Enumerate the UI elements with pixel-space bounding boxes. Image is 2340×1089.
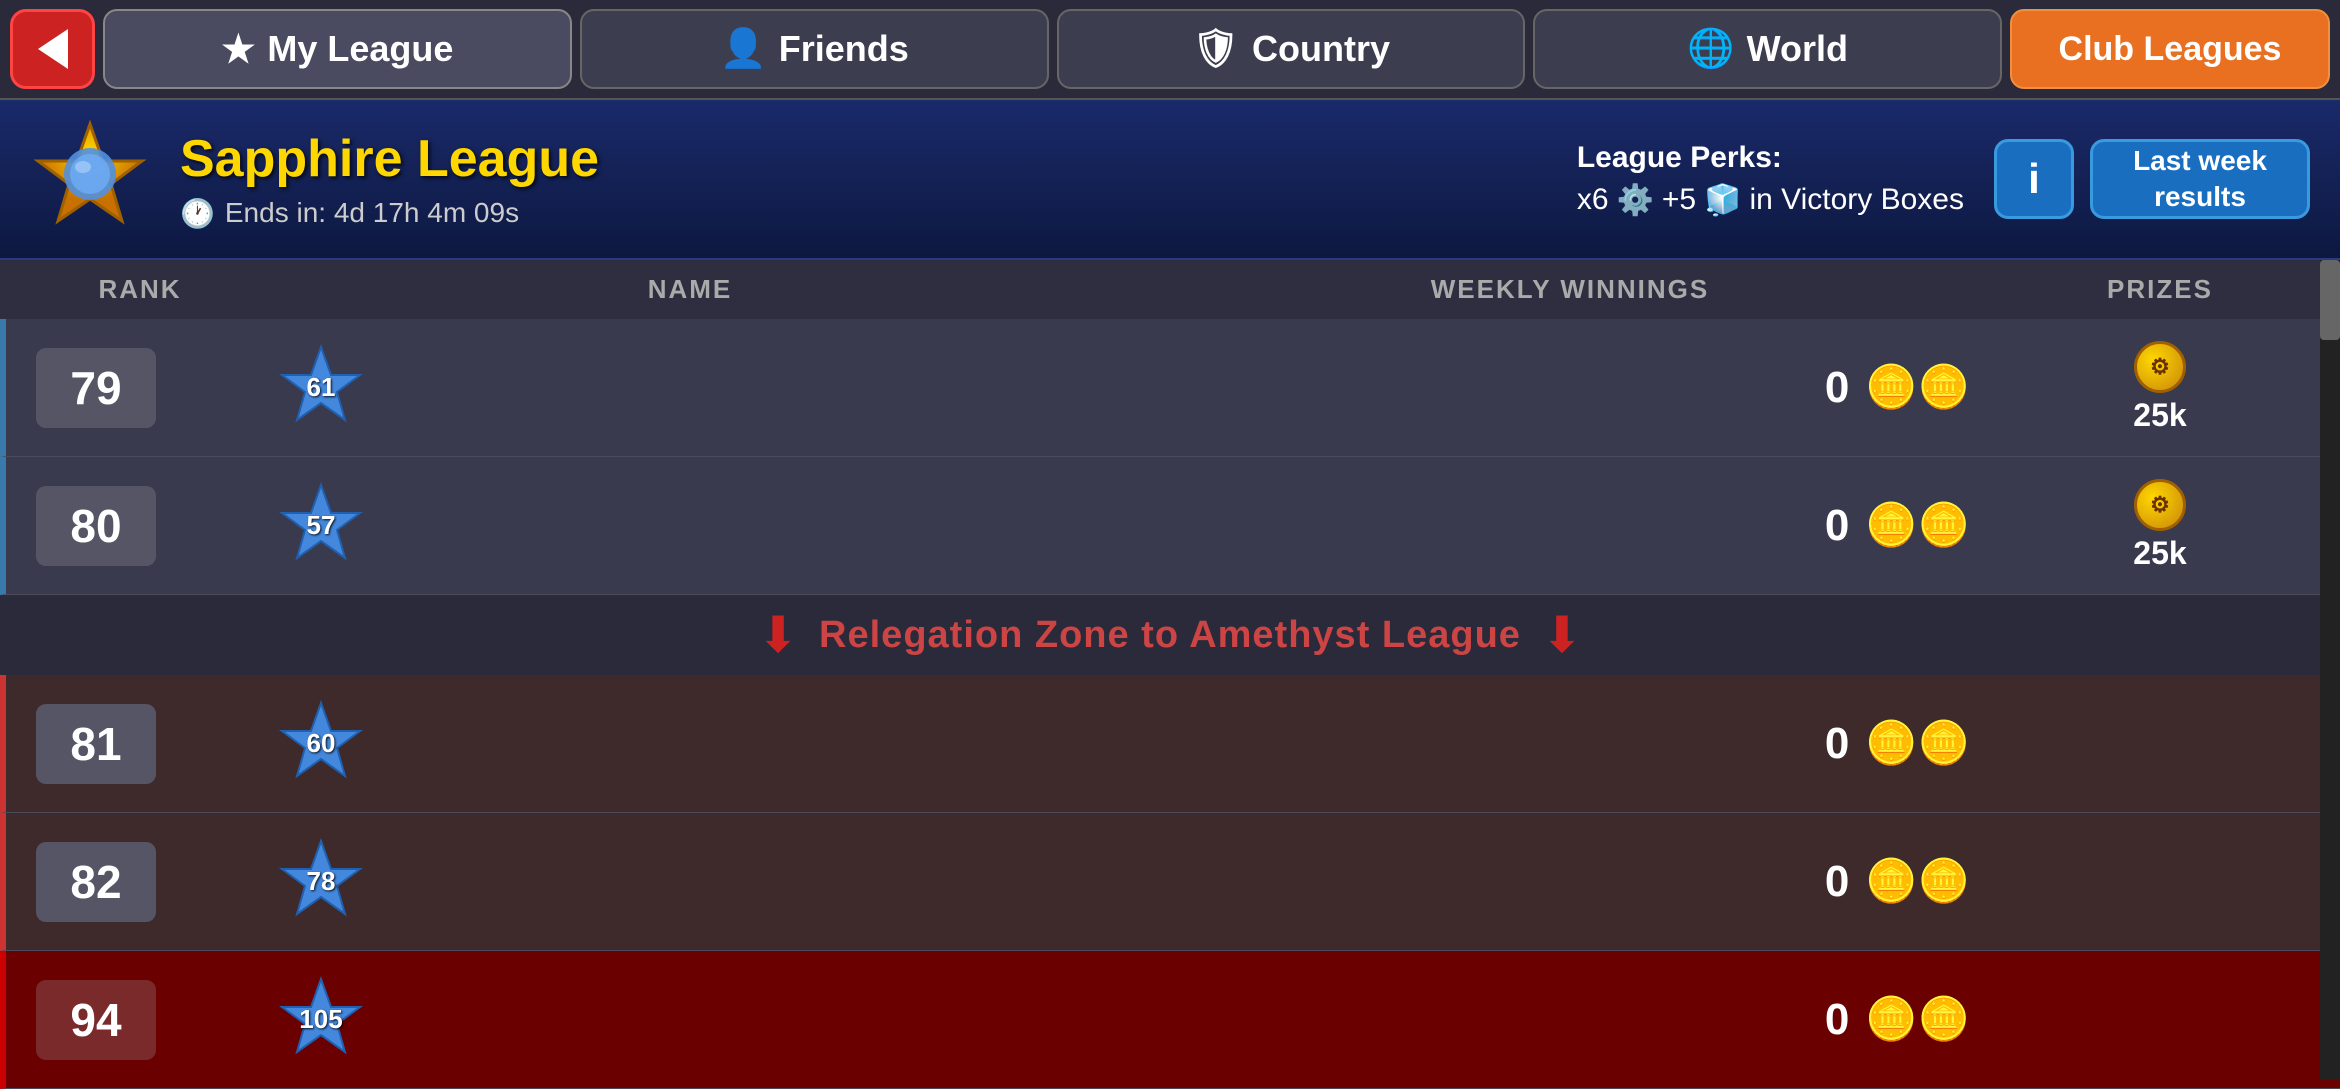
- coins-icon-94: 🪙🪙: [1865, 995, 1970, 1044]
- league-name: Sapphire League: [180, 129, 1547, 189]
- last-week-label: Last week results: [2133, 143, 2267, 216]
- relegation-text: Relegation Zone to Amethyst League: [819, 614, 1521, 657]
- table-row: 79 61 0 🪙🪙 ⚙ 25k: [0, 319, 2340, 457]
- table-row: 81 60 0 🪙🪙: [0, 675, 2340, 813]
- scrollbar-thumb[interactable]: [2320, 260, 2340, 340]
- tab-my-league[interactable]: ★ My League: [103, 9, 572, 89]
- name-cell-80: 57: [256, 481, 1133, 571]
- winnings-cell-80: 0 🪙🪙: [1133, 501, 2010, 551]
- club-leagues-button[interactable]: Club Leagues: [2010, 9, 2330, 89]
- perks-plus5: +5: [1662, 183, 1696, 217]
- league-timer: 🕐 Ends in: 4d 17h 4m 09s: [180, 197, 1547, 230]
- player-star-80: 57: [276, 481, 366, 571]
- perks-label: League Perks:: [1577, 141, 1782, 175]
- league-star-icon: [30, 119, 150, 239]
- relegation-arrow-right: ⬇: [1541, 606, 1583, 664]
- shield-icon: 🛡: [1192, 27, 1240, 71]
- perks-text: in Victory Boxes: [1749, 183, 1964, 217]
- winnings-value-81: 0: [1825, 719, 1849, 769]
- winnings-value-82: 0: [1825, 857, 1849, 907]
- prizes-cell-80: ⚙ 25k: [2010, 479, 2310, 572]
- table-row: 80 57 0 🪙🪙 ⚙ 25k: [0, 457, 2340, 595]
- winnings-value-79: 0: [1825, 363, 1849, 413]
- coins-icon-82: 🪙🪙: [1865, 857, 1970, 906]
- info-button[interactable]: i: [1994, 139, 2074, 219]
- name-cell-82: 78: [256, 837, 1133, 927]
- scrollbar[interactable]: [2320, 260, 2340, 1080]
- tab-world[interactable]: 🌐 World: [1533, 9, 2002, 89]
- box-icon: 🧊: [1704, 183, 1741, 218]
- winnings-cell-79: 0 🪙🪙: [1133, 363, 2010, 413]
- coins-icon-81: 🪙🪙: [1865, 719, 1970, 768]
- rank-cell-82: 82: [36, 842, 256, 922]
- league-buttons: i Last week results: [1994, 139, 2310, 219]
- header-name: NAME: [250, 274, 1130, 305]
- back-button[interactable]: [10, 9, 95, 89]
- perks-value: x6 ⚙️ +5 🧊 in Victory Boxes: [1577, 183, 1964, 218]
- winnings-value-94: 0: [1825, 995, 1849, 1045]
- info-label: i: [2028, 155, 2040, 203]
- last-week-button[interactable]: Last week results: [2090, 139, 2310, 219]
- world-label: World: [1747, 28, 1848, 70]
- winnings-cell-81: 0 🪙🪙: [1133, 719, 2010, 769]
- country-label: Country: [1252, 28, 1390, 70]
- player-level-81: 60: [307, 728, 336, 759]
- rank-cell-94: 94: [36, 980, 256, 1060]
- player-level-79: 61: [307, 372, 336, 403]
- league-info: Sapphire League 🕐 Ends in: 4d 17h 4m 09s: [180, 129, 1547, 230]
- player-star-82: 78: [276, 837, 366, 927]
- player-star-94: 105: [276, 975, 366, 1065]
- winnings-cell-94: 0 🪙🪙: [1133, 995, 2010, 1045]
- friends-icon: 👤: [719, 27, 766, 71]
- name-cell-79: 61: [256, 343, 1133, 433]
- prize-value-79: 25k: [2133, 397, 2186, 434]
- rank-cell-80: 80: [36, 486, 256, 566]
- name-cell-94: 105: [256, 975, 1133, 1065]
- rank-cell-79: 79: [36, 348, 256, 428]
- clock-icon: 🕐: [180, 197, 215, 230]
- friends-label: Friends: [779, 28, 909, 70]
- table-row: 82 78 0 🪙🪙: [0, 813, 2340, 951]
- league-header: Sapphire League 🕐 Ends in: 4d 17h 4m 09s…: [0, 100, 2340, 260]
- prize-coin-80: ⚙: [2134, 479, 2186, 531]
- table-row-current-user: 94 105 0 🪙🪙: [0, 951, 2340, 1089]
- tab-country[interactable]: 🛡 Country: [1057, 9, 1526, 89]
- gear-icon: ⚙️: [1617, 183, 1654, 218]
- tab-friends[interactable]: 👤 Friends: [580, 9, 1049, 89]
- prize-value-80: 25k: [2133, 535, 2186, 572]
- rank-value: 80: [36, 486, 156, 566]
- timer-value: Ends in: 4d 17h 4m 09s: [225, 197, 519, 229]
- header-winnings: WEEKLY WINNINGS: [1130, 274, 2010, 305]
- player-level-94: 105: [299, 1004, 342, 1035]
- winnings-cell-82: 0 🪙🪙: [1133, 857, 2010, 907]
- player-star-81: 60: [276, 699, 366, 789]
- header-rank: RANK: [30, 274, 250, 305]
- coins-icon-80: 🪙🪙: [1865, 501, 1970, 550]
- prizes-cell-79: ⚙ 25k: [2010, 341, 2310, 434]
- top-navigation: ★ My League 👤 Friends 🛡 Country 🌐 World …: [0, 0, 2340, 100]
- table-header: RANK NAME WEEKLY WINNINGS PRIZES: [0, 260, 2340, 319]
- player-level-80: 57: [307, 510, 336, 541]
- rank-value: 94: [36, 980, 156, 1060]
- player-level-82: 78: [307, 866, 336, 897]
- winnings-value-80: 0: [1825, 501, 1849, 551]
- my-league-label: My League: [267, 28, 453, 70]
- name-cell-81: 60: [256, 699, 1133, 789]
- prize-coin-79: ⚙: [2134, 341, 2186, 393]
- rank-value: 82: [36, 842, 156, 922]
- club-leagues-label: Club Leagues: [2059, 30, 2282, 69]
- rank-value: 79: [36, 348, 156, 428]
- header-prizes: PRIZES: [2010, 274, 2310, 305]
- rank-cell-81: 81: [36, 704, 256, 784]
- player-star-79: 61: [276, 343, 366, 433]
- league-perks: League Perks: x6 ⚙️ +5 🧊 in Victory Boxe…: [1577, 141, 1964, 218]
- relegation-arrow-left: ⬇: [757, 606, 799, 664]
- relegation-zone-banner: ⬇ Relegation Zone to Amethyst League ⬇: [0, 595, 2340, 675]
- perks-x6: x6: [1577, 183, 1609, 217]
- globe-icon: 🌐: [1687, 27, 1734, 71]
- rank-value: 81: [36, 704, 156, 784]
- star-icon: ★: [221, 27, 255, 72]
- coins-icon-79: 🪙🪙: [1865, 363, 1970, 412]
